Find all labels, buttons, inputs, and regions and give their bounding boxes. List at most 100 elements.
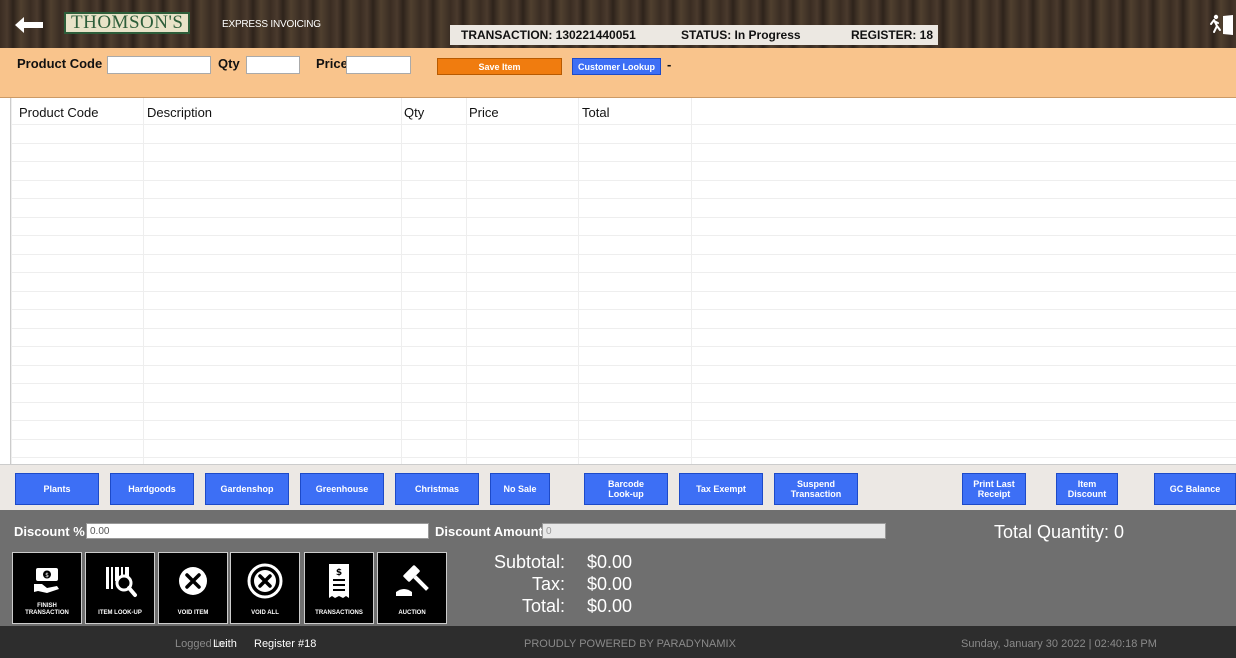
void-all-label: VOID ALL (251, 610, 279, 616)
powered-by: PROUDLY POWERED BY PARADYNAMIX (524, 638, 736, 650)
col-price: Price (469, 105, 499, 120)
discount-amount-input[interactable] (542, 523, 886, 539)
logged-in-user: Leith (213, 638, 237, 650)
table-column-divider (466, 98, 467, 464)
table-row-divider (11, 254, 1236, 255)
table-column-divider (143, 98, 144, 464)
table-row-divider (11, 365, 1236, 366)
svg-text:$: $ (336, 568, 342, 578)
tax-exempt-button[interactable]: Tax Exempt (679, 473, 763, 505)
table-row-divider (11, 161, 1236, 162)
svg-text:$: $ (45, 572, 49, 579)
transaction-number: TRANSACTION: 130221440051 (461, 28, 636, 42)
table-row-divider (11, 217, 1236, 218)
app-title: EXPRESS INVOICING (222, 19, 321, 30)
subtotal-row: Subtotal: $0.00 (470, 552, 638, 574)
col-description: Description (147, 105, 213, 120)
price-label: Price (316, 56, 348, 71)
table-row-divider (11, 346, 1236, 347)
item-entry-bar: Product Code Qty Price Save Item Custome… (0, 48, 1236, 98)
customer-value: - (667, 57, 672, 72)
table-column-divider (11, 98, 12, 464)
subtotal-label: Subtotal: (493, 552, 565, 572)
col-qty: Qty (404, 105, 425, 120)
table-column-divider (578, 98, 579, 464)
tax-value: $0.00 (587, 574, 633, 594)
back-arrow-icon[interactable] (14, 16, 44, 34)
table-row-divider (11, 198, 1236, 199)
auction-label: AUCTION (398, 610, 426, 616)
total-label: Total: (521, 596, 565, 616)
barcode-lookup-button[interactable]: Barcode Look-up (584, 473, 668, 505)
qty-input[interactable] (246, 56, 300, 74)
table-column-divider (401, 98, 402, 464)
tax-label: Tax: (531, 574, 565, 594)
transaction-status-strip: TRANSACTION: 130221440051 STATUS: In Pro… (450, 25, 938, 45)
table-row-divider (11, 439, 1236, 440)
product-code-input[interactable] (107, 56, 211, 74)
category-christmas-button[interactable]: Christmas (395, 473, 479, 505)
table-row-divider (11, 291, 1236, 292)
save-item-button[interactable]: Save Item (437, 58, 562, 75)
col-total: Total (582, 105, 610, 120)
table-row-divider (11, 143, 1236, 144)
price-input[interactable] (346, 56, 411, 74)
void-item-button[interactable]: VOID ITEM (158, 552, 228, 624)
item-lookup-label: ITEM LOOK-UP (98, 610, 142, 616)
void-item-label: VOID ITEM (177, 610, 209, 616)
item-lookup-button[interactable]: ITEM LOOK-UP (85, 552, 155, 624)
void-all-button[interactable]: VOID ALL (230, 552, 300, 624)
transactions-button[interactable]: $ TRANSACTIONS (304, 552, 374, 624)
footer-register: Register #18 (254, 638, 317, 650)
table-row-divider (11, 457, 1236, 458)
discount-percent-input[interactable] (86, 523, 429, 539)
tax-row: Tax: $0.00 (470, 574, 638, 596)
transaction-status: STATUS: In Progress (681, 28, 801, 42)
table-row-divider (11, 309, 1236, 310)
cash-hand-icon: $ (13, 559, 81, 603)
table-row-divider (11, 383, 1236, 384)
suspend-transaction-button[interactable]: Suspend Transaction (774, 473, 858, 505)
category-greenhouse-button[interactable]: Greenhouse (300, 473, 384, 505)
exit-icon[interactable] (1207, 14, 1235, 36)
gavel-icon (378, 559, 446, 603)
pos-window: THOMSON'S EXPRESS INVOICING TRANSACTION:… (0, 0, 1236, 658)
gc-balance-button[interactable]: GC Balance (1154, 473, 1236, 505)
table-header: Product Code Description Qty Price Total (11, 98, 1236, 124)
category-plants-button[interactable]: Plants (15, 473, 99, 505)
auction-button[interactable]: AUCTION (377, 552, 447, 624)
table-row-divider (11, 272, 1236, 273)
subtotal-value: $0.00 (587, 552, 633, 572)
print-last-receipt-button[interactable]: Print Last Receipt (962, 473, 1026, 505)
register-number: REGISTER: 18 (851, 28, 934, 42)
transactions-label: TRANSACTIONS (315, 610, 363, 616)
col-product-code: Product Code (19, 105, 99, 120)
brand-logo: THOMSON'S (64, 12, 191, 34)
table-row-divider (11, 235, 1236, 236)
table-row-divider (11, 420, 1236, 421)
table-column-divider (691, 98, 692, 464)
items-table: Product Code Description Qty Price Total (10, 98, 1236, 464)
table-row-divider (11, 180, 1236, 181)
x-circle-icon (159, 559, 227, 603)
category-hardgoods-button[interactable]: Hardgoods (110, 473, 194, 505)
total-value: $0.00 (587, 596, 633, 616)
item-discount-button[interactable]: Item Discount (1056, 473, 1118, 505)
finish-transaction-label: FINISH TRANSACTION (25, 603, 69, 616)
category-button-bar: Plants Hardgoods Gardenshop Greenhouse C… (0, 464, 1236, 510)
category-gardenshop-button[interactable]: Gardenshop (205, 473, 289, 505)
product-code-label: Product Code (17, 56, 103, 71)
barcode-search-icon (86, 559, 154, 603)
total-row: Total: $0.00 (470, 596, 638, 618)
no-sale-button[interactable]: No Sale (490, 473, 550, 505)
finish-transaction-button[interactable]: $ FINISH TRANSACTION (12, 552, 82, 624)
total-quantity: Total Quantity: 0 (994, 522, 1125, 542)
table-row-divider (11, 328, 1236, 329)
customer-lookup-button[interactable]: Customer Lookup (572, 58, 661, 75)
discount-percent-label: Discount % (14, 524, 85, 539)
table-row-divider (11, 124, 1236, 125)
header-bar: THOMSON'S EXPRESS INVOICING TRANSACTION:… (0, 0, 1236, 48)
status-footer: Logged In: Leith Register #18 PROUDLY PO… (0, 626, 1236, 658)
x-circle-double-icon (231, 559, 299, 603)
table-row-divider (11, 402, 1236, 403)
